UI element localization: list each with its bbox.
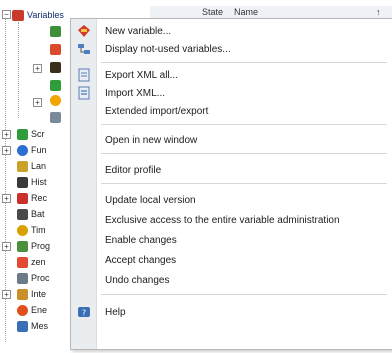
column-header-state[interactable]: State: [202, 7, 223, 17]
menu-item-label: Extended import/export: [105, 105, 209, 117]
display-unused-icon: [78, 44, 90, 54]
variables-folder-icon: [12, 9, 24, 21]
interlocking-icon: [17, 289, 28, 300]
tree-node-label: Bat: [31, 209, 45, 219]
menu-item-exclusive-access[interactable]: Exclusive access to the entire variable …: [71, 211, 392, 229]
menu-item-display-unused[interactable]: Display not-used variables...: [71, 40, 392, 58]
menu-item-editor-profile[interactable]: Editor profile: [71, 161, 392, 179]
menu-item-label: Enable changes: [105, 234, 177, 246]
screen-icon: [17, 129, 28, 140]
menu-item-new-variable[interactable]: New variable...: [71, 22, 392, 40]
menu-item-label: Undo changes: [105, 274, 170, 286]
menu-item-update-local-version[interactable]: Update local version: [71, 191, 392, 209]
timer-icon: [17, 225, 28, 236]
help-icon: ?: [78, 307, 90, 318]
menu-item-label: Import XML...: [105, 87, 166, 99]
menu-item-accept-changes[interactable]: Accept changes: [71, 251, 392, 269]
tree-node-label: Mes: [31, 321, 49, 331]
menu-separator: [101, 62, 387, 63]
variable-icon: [50, 112, 61, 123]
menu-item-label: Exclusive access to the entire variable …: [105, 214, 340, 226]
tree-expander[interactable]: +: [2, 130, 11, 139]
tree-root-label: Variables: [27, 10, 64, 20]
tree-root-variables[interactable]: Variables: [12, 8, 64, 22]
menu-item-label: Export XML all...: [105, 69, 178, 81]
process-icon: [17, 273, 28, 284]
variable-icon: [50, 62, 61, 73]
tree-node-label: Rec: [31, 193, 48, 203]
menu-item-open-new-window[interactable]: Open in new window: [71, 131, 392, 149]
tree-node-label: Ene: [31, 305, 48, 315]
menu-item-label: Display not-used variables...: [105, 43, 231, 55]
column-header-name[interactable]: Name: [234, 7, 258, 17]
menu-separator: [101, 153, 387, 154]
tree-node-label: Prog: [31, 241, 51, 251]
menu-item-export-xml[interactable]: Export XML all...: [71, 66, 392, 84]
menu-item-label: Accept changes: [105, 254, 177, 266]
menu-item-extended-import-export[interactable]: Extended import/export: [71, 102, 392, 120]
tree-node-label: Hist: [31, 177, 47, 187]
tree-expander[interactable]: +: [33, 98, 42, 107]
batch-icon: [17, 209, 28, 220]
menu-separator: [101, 183, 387, 184]
variable-icon: [50, 44, 61, 55]
tree-expander[interactable]: −: [2, 10, 11, 19]
menu-item-label: New variable...: [105, 25, 172, 37]
tree-node-label: Proc: [31, 273, 50, 283]
menu-item-help[interactable]: ? Help: [71, 303, 392, 321]
variable-icon: [50, 26, 61, 37]
tree-node-label: Fun: [31, 145, 47, 155]
recipe-icon: [17, 193, 28, 204]
menu-separator: [101, 294, 387, 295]
menu-item-import-xml[interactable]: Import XML...: [71, 84, 392, 102]
menu-item-label: Open in new window: [105, 134, 198, 146]
tree-line: [18, 22, 19, 118]
context-menu: New variable... Display not-used variabl…: [70, 18, 392, 350]
menu-item-undo-changes[interactable]: Undo changes: [71, 271, 392, 289]
import-xml-icon: [78, 86, 90, 100]
energy-icon: [17, 305, 28, 316]
tree-node-label: Inte: [31, 289, 47, 299]
tree-expander[interactable]: +: [2, 242, 11, 251]
export-xml-icon: [78, 68, 90, 82]
menu-item-label: Editor profile: [105, 164, 162, 176]
menu-item-enable-changes[interactable]: Enable changes: [71, 231, 392, 249]
variable-icon: [50, 80, 61, 91]
message-icon: [17, 321, 28, 332]
tree-node-label: Scr: [31, 129, 45, 139]
program-icon: [17, 241, 28, 252]
sort-icon: ↑: [376, 7, 381, 17]
tree-expander[interactable]: +: [33, 64, 42, 73]
tree-expander[interactable]: +: [2, 146, 11, 155]
tree-expander[interactable]: +: [2, 290, 11, 299]
tree-node-label: Lan: [31, 161, 47, 171]
menu-item-label: Help: [105, 306, 126, 318]
svg-text:?: ?: [82, 309, 86, 318]
menu-item-label: Update local version: [105, 194, 196, 206]
menu-separator: [101, 124, 387, 125]
warning-icon: [17, 257, 28, 268]
tree-node-label: Tim: [31, 225, 46, 235]
new-variable-icon: [78, 25, 90, 37]
function-icon: [17, 145, 28, 156]
language-icon: [17, 161, 28, 172]
tree-node-label: zen: [31, 257, 46, 267]
history-icon: [17, 177, 28, 188]
clock-icon: [50, 95, 61, 106]
tree-expander[interactable]: +: [2, 194, 11, 203]
